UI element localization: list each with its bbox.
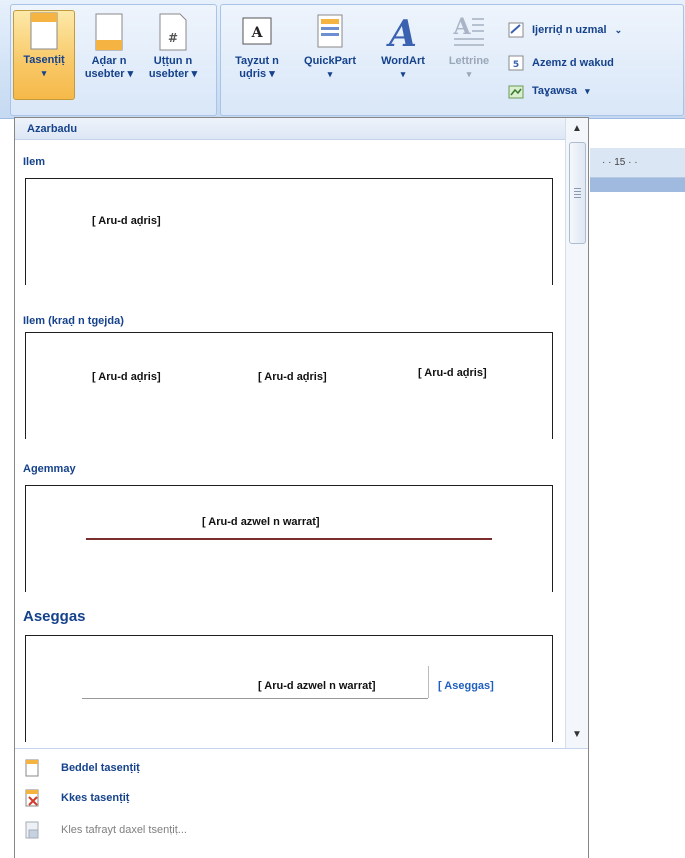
wordart-icon: A [386, 13, 417, 52]
header-gallery: Ilem [ Aru-d aḍris] Ilem (kraḍ n tgejda)… [15, 140, 565, 748]
header-button[interactable]: Tasenṭiṭ ▾ [13, 10, 75, 100]
remove-header-command[interactable]: Kkes tasenṭiṭ [25, 789, 129, 807]
scroll-up-arrow-icon[interactable]: ▲ [568, 120, 586, 138]
remove-header-label: Kkes tasenṭiṭ [61, 792, 130, 804]
edit-header-command[interactable]: Beddel tasenṭiṭ [25, 759, 140, 777]
quickpart-label: QuickPart [304, 55, 356, 67]
placeholder-text-left: [ Aru-d aḍris] [92, 371, 161, 383]
date-time-label: Azemz d wakud [532, 57, 614, 69]
wordart-label: WordArt [381, 55, 425, 67]
save-selection-icon [25, 821, 39, 839]
object-icon [508, 85, 524, 99]
decorative-red-rule [86, 538, 492, 540]
page-number-icon: # [159, 13, 187, 51]
dropcap-button[interactable]: A Lettrine ▾ [438, 12, 500, 81]
chevron-down-icon: ⌄ [614, 24, 623, 35]
edit-header-icon [25, 759, 39, 777]
chevron-down-icon: ▾ [466, 69, 472, 79]
textbox-icon: A [242, 17, 272, 45]
placeholder-title: [ Aru-d azwel n warrat] [202, 516, 320, 528]
edit-header-label: Beddel tasenṭiṭ [61, 762, 140, 774]
header-page-icon [30, 12, 58, 50]
object-label: Taɣawsa [532, 85, 578, 97]
footer-button-label-1: Aḍar n [91, 55, 127, 67]
chevron-down-icon: ▾ [41, 68, 47, 78]
placeholder-year: [ Aseggas] [438, 680, 494, 692]
svg-text:#: # [168, 31, 178, 45]
gallery-item-label-blank: Ilem [23, 156, 46, 168]
remove-header-icon [25, 789, 39, 807]
dropcap-label: Lettrine [448, 55, 490, 67]
gallery-section-title: Azarbadu [15, 118, 588, 140]
separator [428, 666, 429, 698]
svg-text:A: A [386, 13, 417, 52]
page-number-label-2: usebter ▾ [148, 68, 198, 80]
gallery-item-label-three-columns: Ilem (kraḍ n tgejda) [23, 315, 124, 327]
object-button[interactable]: Taɣawsa ▾ [508, 83, 590, 99]
horizontal-ruler: · · 15 · · [590, 148, 685, 178]
svg-text:A: A [452, 14, 471, 40]
textbox-button[interactable]: A Tayzut n uḍris ▾ [226, 12, 288, 81]
header-button-label: Tasenṭiṭ [23, 54, 65, 66]
gallery-item-annual[interactable]: [ Aru-d azwel n warrat] [ Aseggas] [25, 635, 553, 742]
quickpart-button[interactable]: QuickPart ▾ [298, 12, 362, 81]
date-time-icon: 5 [508, 55, 524, 71]
svg-text:A: A [251, 25, 264, 41]
scroll-down-arrow-icon[interactable]: ▼ [568, 726, 586, 744]
gallery-item-alphabet[interactable]: [ Aru-d azwel n warrat] [25, 485, 553, 592]
wordart-button[interactable]: A WordArt ▾ [372, 12, 434, 81]
placeholder-title: [ Aru-d azwel n warrat] [258, 680, 376, 692]
chevron-down-icon: ▾ [327, 69, 333, 79]
signature-line-icon [508, 22, 524, 38]
textbox-label-2: uḍris ▾ [239, 68, 275, 80]
page-number-button[interactable]: # Uṭṭun n usebter ▾ [140, 12, 206, 81]
svg-text:5: 5 [513, 60, 519, 70]
placeholder-text-center: [ Aru-d aḍris] [258, 371, 327, 383]
gallery-item-three-columns[interactable]: [ Aru-d aḍris] [ Aru-d aḍris] [ Aru-d aḍ… [25, 332, 553, 439]
placeholder-text-right: [ Aru-d aḍris] [418, 367, 487, 379]
textbox-label-1: Tayzut n [235, 55, 279, 67]
ribbon: Tasenṭiṭ ▾ Aḍar n usebter ▾ # Uṭṭun n us… [0, 0, 685, 119]
header-gallery-dropdown: Azarbadu Ilem [ Aru-d aḍris] Ilem (kraḍ … [14, 117, 589, 858]
placeholder-text: [ Aru-d aḍris] [92, 215, 161, 227]
gallery-scrollbar[interactable]: ▲ ▼ [565, 118, 588, 748]
date-time-button[interactable]: 5 Azemz d wakud [508, 55, 614, 71]
scrollbar-thumb[interactable] [569, 142, 586, 244]
gallery-footer: Beddel tasenṭiṭ Kkes tasenṭiṭ Kles tafra… [15, 748, 588, 858]
save-selection-label: Kles tafrayt daxel tsenṭiṭ... [61, 824, 187, 836]
decorative-grey-rule [82, 698, 428, 699]
footer-button-label-2: usebter ▾ [84, 68, 134, 80]
chevron-down-icon: ▾ [400, 69, 406, 79]
gallery-item-label-annual: Aseggas [23, 608, 86, 625]
page-number-label-1: Uṭṭun n [153, 55, 193, 67]
ruler-margin-strip [590, 178, 685, 192]
gallery-item-blank[interactable]: [ Aru-d aḍris] [25, 178, 553, 285]
footer-button[interactable]: Aḍar n usebter ▾ [78, 12, 140, 81]
save-selection-command[interactable]: Kles tafrayt daxel tsenṭiṭ... [25, 821, 187, 839]
chevron-down-icon: ▾ [585, 85, 590, 96]
quickpart-icon [317, 14, 343, 48]
footer-page-icon [95, 13, 123, 51]
signature-line-label: Ijerriḍ n uzmal [532, 24, 607, 36]
grip-icon [574, 188, 581, 198]
signature-line-button[interactable]: Ijerriḍ n uzmal ⌄ [508, 22, 622, 38]
document-area [590, 148, 685, 858]
gallery-item-label-alphabet: Agemmay [23, 463, 76, 475]
dropcap-icon: A [452, 14, 484, 46]
